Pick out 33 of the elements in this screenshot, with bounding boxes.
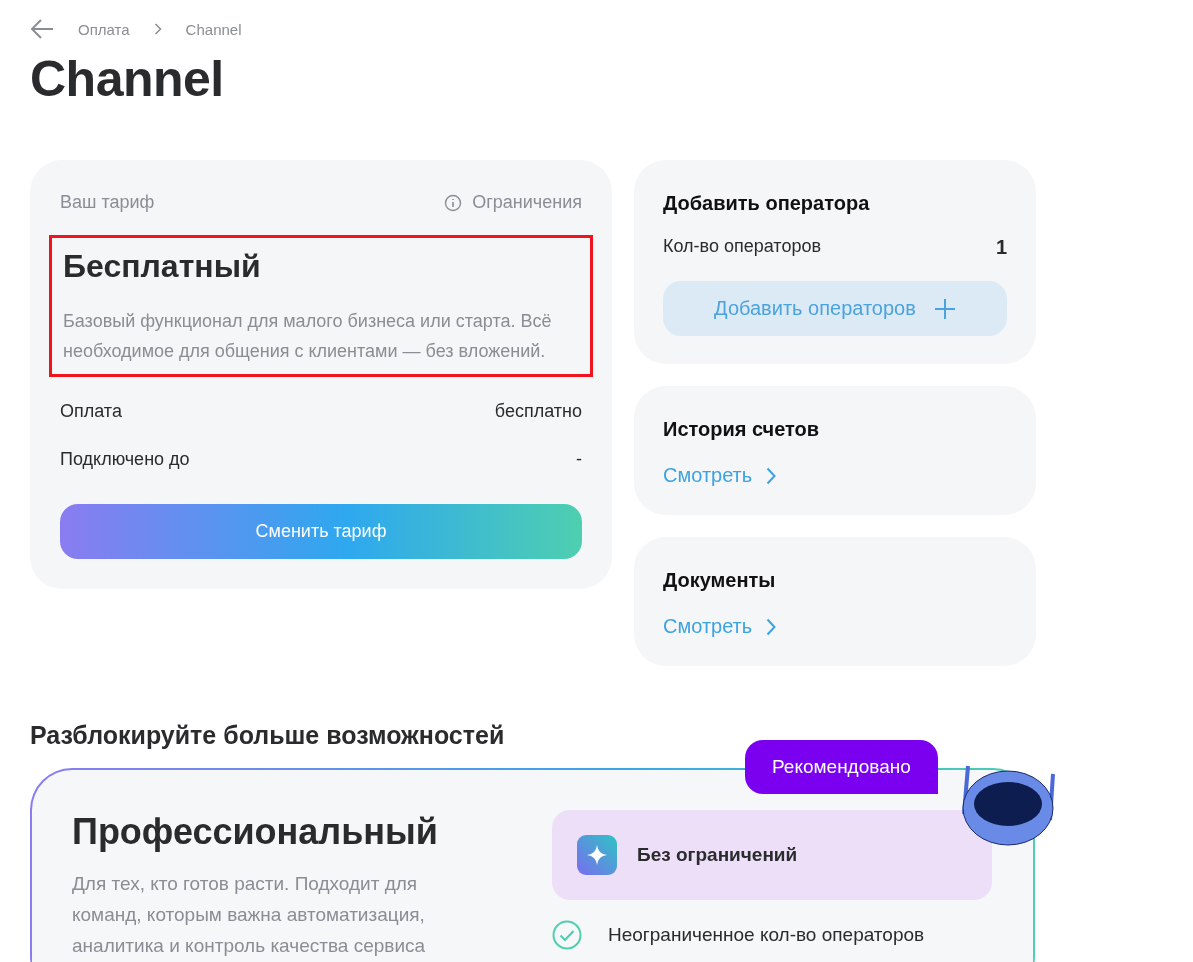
chevron-icon: [766, 466, 777, 485]
operators-label: Кол-во операторов: [663, 236, 821, 258]
section-heading: Разблокируйте больше возможностей: [30, 720, 506, 751]
plan-label: Ваш тариф: [60, 192, 155, 213]
row-value: бесплатно: [494, 401, 582, 422]
plan-description: Для тех, кто готов расти. Подходит для команд, которым важна автоматизация, аналитика и контроль качества сервиса: [72, 872, 427, 958]
highlight-text: Без ограничений: [637, 844, 798, 866]
feature-text: Неограниченное кол-во операторов: [608, 924, 925, 946]
info-icon: [444, 193, 463, 212]
card-title: Документы: [663, 568, 777, 593]
sparkle-icon: [577, 835, 617, 875]
breadcrumb-item[interactable]: Оплата: [78, 20, 130, 38]
breadcrumb-item: Channel: [185, 20, 242, 38]
row-value: -: [576, 449, 582, 470]
change-plan-button[interactable]: Сменить тариф: [60, 504, 582, 559]
chevron-icon: [766, 617, 777, 636]
row-label: Оплата: [60, 401, 122, 422]
plan-name: Бесплатный: [63, 247, 262, 286]
recommended-badge: Рекомендовано: [745, 740, 938, 794]
plan-name: Профессиональный: [72, 810, 439, 854]
view-link[interactable]: Смотреть: [663, 615, 777, 638]
add-operators-button[interactable]: Добавить операторов: [663, 281, 1007, 336]
row-label: Подключено до: [60, 449, 190, 470]
page-title: Channel: [30, 50, 225, 108]
card-title: История счетов: [663, 417, 821, 442]
card-title: Добавить оператора: [663, 191, 871, 216]
chevron-icon: [153, 23, 162, 35]
operators-count: 1: [995, 236, 1007, 259]
plus-icon: [933, 297, 956, 320]
view-link[interactable]: Смотреть: [663, 464, 777, 487]
plan-description: Базовый функционал для малого бизнеса или старта. Всё необходимое для общения с клиентами — без вложений.: [63, 310, 553, 363]
limits-link[interactable]: Ограничения: [472, 192, 582, 213]
back-arrow-icon[interactable]: [30, 19, 54, 39]
